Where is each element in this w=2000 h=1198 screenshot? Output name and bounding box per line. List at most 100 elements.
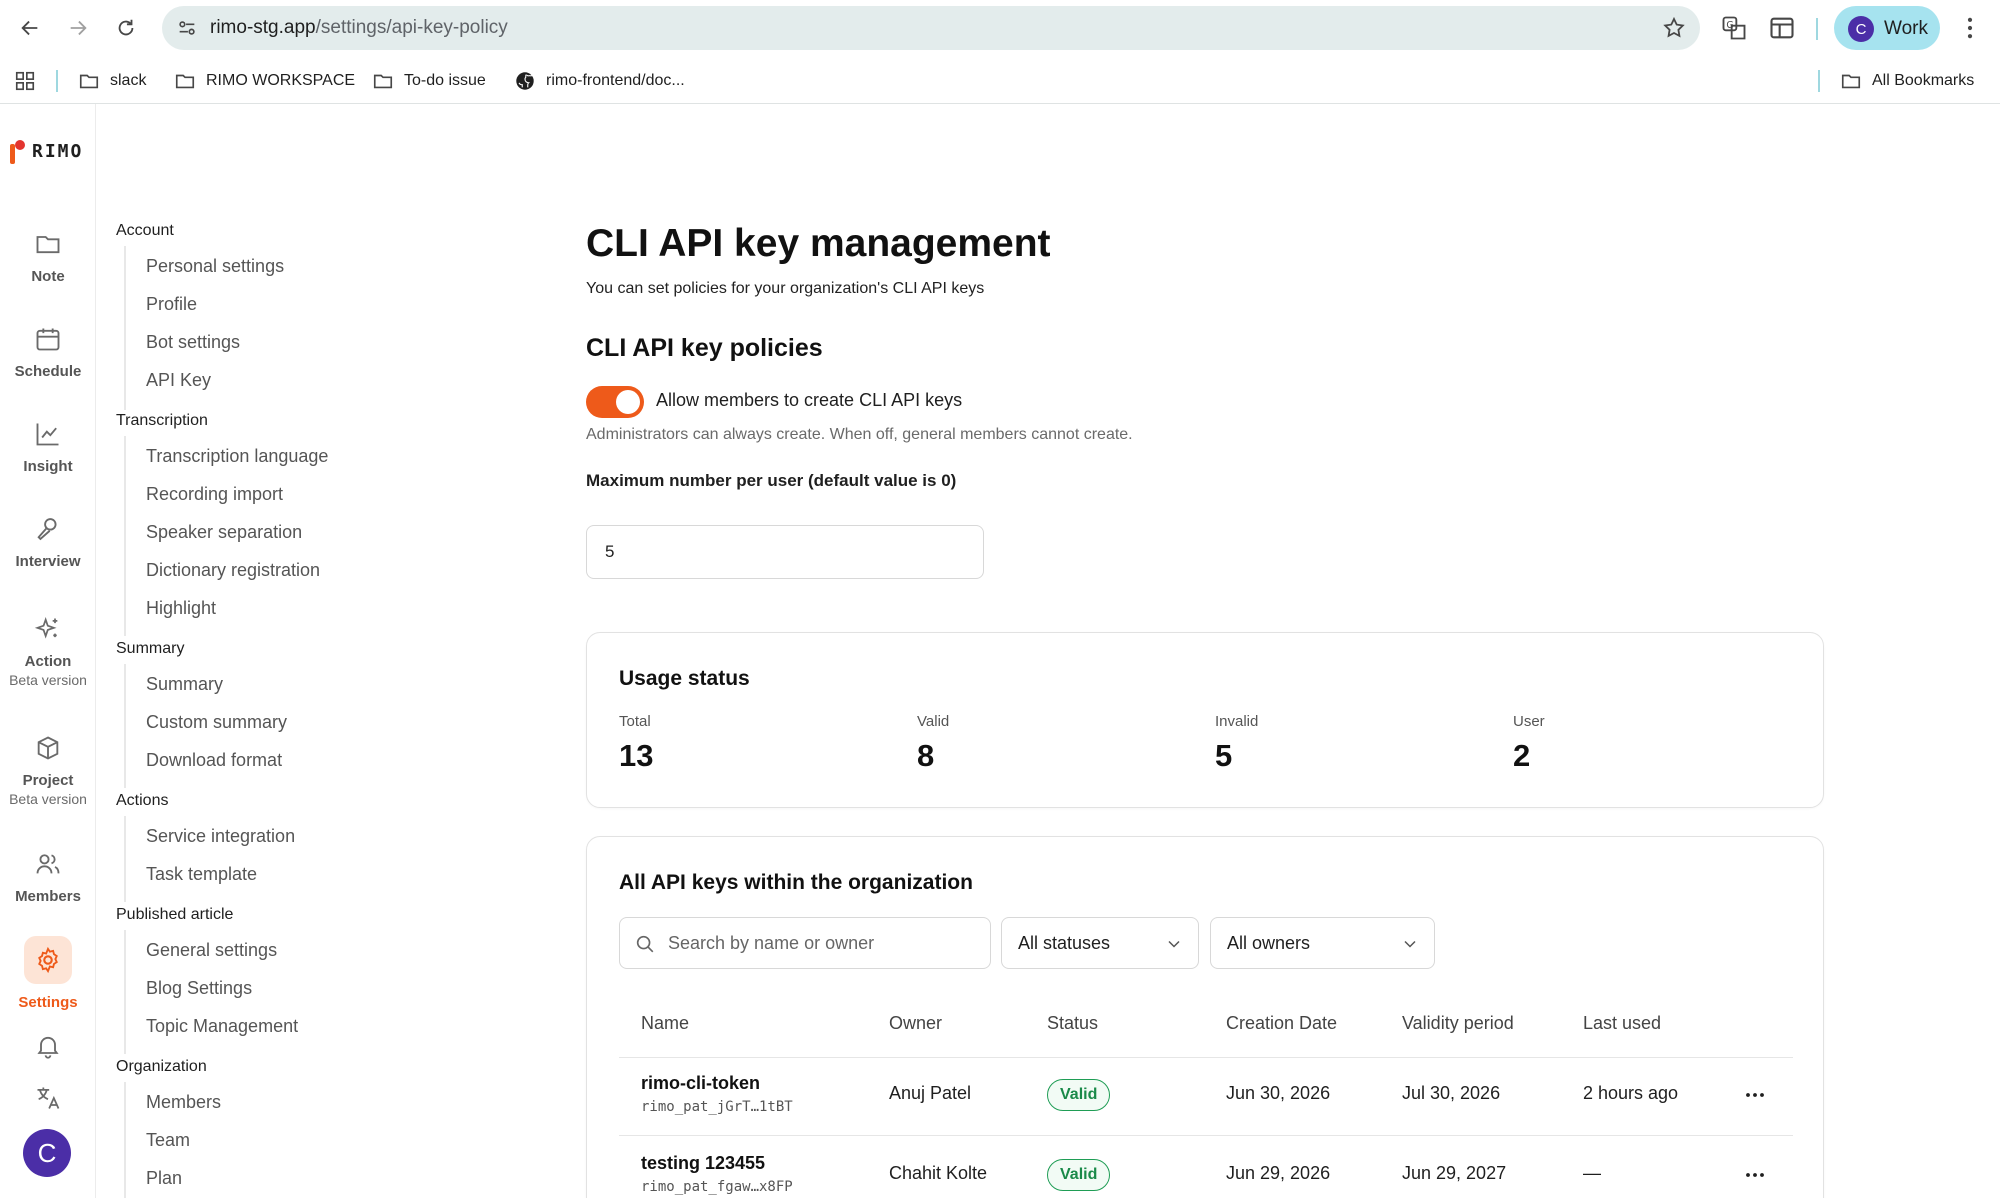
status-filter-select[interactable]: All statuses bbox=[1001, 917, 1199, 969]
package-icon bbox=[37, 736, 59, 760]
max-per-user-label: Maximum number per user (default value i… bbox=[586, 471, 957, 490]
nav-item-task-template[interactable]: Task template bbox=[146, 864, 257, 885]
forward-button[interactable] bbox=[62, 12, 94, 44]
nav-item-download-format[interactable]: Download format bbox=[146, 750, 282, 771]
key-created: Jun 30, 2026 bbox=[1226, 1083, 1331, 1103]
github-icon bbox=[516, 72, 534, 90]
stat-total: Total 13 bbox=[619, 713, 654, 773]
stat-invalid: Invalid 5 bbox=[1215, 713, 1259, 773]
language-icon[interactable] bbox=[34, 1084, 62, 1112]
apps-grid-icon[interactable] bbox=[14, 70, 36, 92]
rail-action[interactable]: Action Beta version bbox=[0, 615, 96, 688]
main-content: CLI API key management You can set polic… bbox=[586, 104, 2000, 1198]
all-bookmarks[interactable]: All Bookmarks bbox=[1840, 69, 1974, 93]
rail-members[interactable]: Members bbox=[0, 850, 96, 905]
nav-item-custom-summary[interactable]: Custom summary bbox=[146, 712, 287, 733]
nav-item-summary[interactable]: Summary bbox=[146, 674, 223, 695]
side-panel-icon[interactable] bbox=[1768, 14, 1796, 42]
rail-project[interactable]: Project Beta version bbox=[0, 734, 96, 807]
owner-filter-select[interactable]: All owners bbox=[1210, 917, 1435, 969]
translate-icon[interactable]: G bbox=[1720, 14, 1748, 42]
site-settings-icon[interactable] bbox=[176, 17, 198, 39]
bell-icon[interactable] bbox=[34, 1032, 62, 1060]
rail-note[interactable]: Note bbox=[0, 230, 96, 285]
nav-item-bot-settings[interactable]: Bot settings bbox=[146, 332, 240, 353]
user-avatar[interactable]: C bbox=[23, 1129, 71, 1177]
nav-item-service-integration[interactable]: Service integration bbox=[146, 826, 295, 847]
svg-text:G: G bbox=[1726, 20, 1733, 31]
search-input[interactable]: Search by name or owner bbox=[619, 917, 991, 969]
bookmark-rimo-workspace[interactable]: RIMO WORKSPACE bbox=[174, 69, 355, 93]
stat-valid: Valid 8 bbox=[917, 713, 950, 773]
key-token: rimo_pat_fgaw…x8FP bbox=[641, 1179, 793, 1195]
bookmark-slack[interactable]: slack bbox=[78, 69, 146, 93]
browser-menu-icon[interactable] bbox=[1956, 14, 1984, 42]
column-status[interactable]: Status bbox=[1047, 1013, 1098, 1034]
nav-group-published-article: Published article bbox=[116, 906, 234, 923]
bookmark-star-icon[interactable] bbox=[1662, 16, 1686, 40]
nav-item-highlight[interactable]: Highlight bbox=[146, 598, 216, 619]
reload-button[interactable] bbox=[110, 12, 142, 44]
key-created: Jun 29, 2026 bbox=[1226, 1163, 1331, 1183]
bookmark-rimo-frontend[interactable]: rimo-frontend/doc... bbox=[514, 69, 685, 93]
nav-item-team[interactable]: Team bbox=[146, 1130, 190, 1151]
more-actions-icon[interactable] bbox=[1743, 1083, 1767, 1107]
key-last-used: 2 hours ago bbox=[1583, 1083, 1679, 1103]
page-title: CLI API key management bbox=[586, 222, 1051, 265]
folder-icon bbox=[1841, 74, 1861, 89]
chevron-down-icon bbox=[1168, 940, 1180, 948]
nav-item-profile[interactable]: Profile bbox=[146, 294, 197, 315]
allow-create-toggle[interactable] bbox=[586, 386, 644, 418]
nav-group-line bbox=[124, 1082, 126, 1198]
column-owner[interactable]: Owner bbox=[889, 1013, 942, 1034]
nav-item-dictionary-registration[interactable]: Dictionary registration bbox=[146, 560, 320, 581]
back-button[interactable] bbox=[14, 12, 46, 44]
key-validity: Jul 30, 2026 bbox=[1402, 1083, 1501, 1103]
search-icon bbox=[636, 935, 654, 953]
rail-insight[interactable]: Insight bbox=[0, 420, 96, 475]
max-per-user-input[interactable] bbox=[586, 525, 984, 579]
column-creation-date[interactable]: Creation Date bbox=[1226, 1013, 1337, 1034]
address-bar[interactable]: rimo-stg.app/settings/api-key-policy bbox=[162, 6, 1700, 50]
settings-nav: Account Personal settings Profile Bot se… bbox=[96, 104, 576, 1198]
profile-button[interactable]: C Work bbox=[1834, 6, 1940, 50]
toggle-knob bbox=[616, 390, 640, 414]
nav-item-plan[interactable]: Plan bbox=[146, 1168, 182, 1189]
users-icon bbox=[36, 854, 60, 874]
bookmark-todo-issue[interactable]: To-do issue bbox=[372, 69, 486, 93]
table-row-divider bbox=[619, 1135, 1793, 1136]
table-header-divider bbox=[619, 1057, 1793, 1058]
nav-item-personal-settings[interactable]: Personal settings bbox=[146, 256, 284, 277]
nav-group-organization: Organization bbox=[116, 1058, 207, 1075]
rail-interview[interactable]: Interview bbox=[0, 515, 96, 570]
folder-icon bbox=[79, 74, 99, 89]
rail-settings[interactable]: Settings bbox=[0, 936, 96, 1011]
allow-create-label: Allow members to create CLI API keys bbox=[656, 390, 963, 410]
nav-item-recording-import[interactable]: Recording import bbox=[146, 484, 283, 505]
nav-item-blog-settings[interactable]: Blog Settings bbox=[146, 978, 252, 999]
nav-item-transcription-language[interactable]: Transcription language bbox=[146, 446, 328, 467]
page-subtitle: You can set policies for your organizati… bbox=[586, 280, 985, 297]
policies-title: CLI API key policies bbox=[586, 334, 823, 362]
more-actions-icon[interactable] bbox=[1743, 1163, 1767, 1187]
column-last-used[interactable]: Last used bbox=[1583, 1013, 1661, 1034]
nav-item-speaker-separation[interactable]: Speaker separation bbox=[146, 522, 302, 543]
key-last-used: — bbox=[1583, 1163, 1601, 1183]
nav-item-api-key[interactable]: API Key bbox=[146, 370, 211, 391]
nav-item-general-settings[interactable]: General settings bbox=[146, 940, 277, 961]
rail-schedule[interactable]: Schedule bbox=[0, 325, 96, 380]
key-token: rimo_pat_jGrT…1tBT bbox=[641, 1099, 793, 1115]
nav-item-members[interactable]: Members bbox=[146, 1092, 221, 1113]
nav-item-topic-management[interactable]: Topic Management bbox=[146, 1016, 298, 1037]
bookmarks-divider-right bbox=[1818, 70, 1820, 92]
nav-group-actions: Actions bbox=[116, 792, 169, 809]
arrow-right-icon bbox=[70, 20, 87, 36]
column-name[interactable]: Name bbox=[641, 1013, 689, 1034]
browser-toolbar: rimo-stg.app/settings/api-key-policy G C… bbox=[0, 0, 2000, 56]
column-validity-period[interactable]: Validity period bbox=[1402, 1013, 1514, 1034]
usage-status-card: Usage status Total 13 Valid 8 Invalid 5 … bbox=[586, 632, 1824, 808]
key-owner: Chahit Kolte bbox=[889, 1163, 988, 1183]
rimo-logo[interactable]: RIMO bbox=[10, 138, 83, 164]
status-badge: Valid bbox=[1047, 1159, 1111, 1191]
reload-icon bbox=[118, 19, 134, 36]
